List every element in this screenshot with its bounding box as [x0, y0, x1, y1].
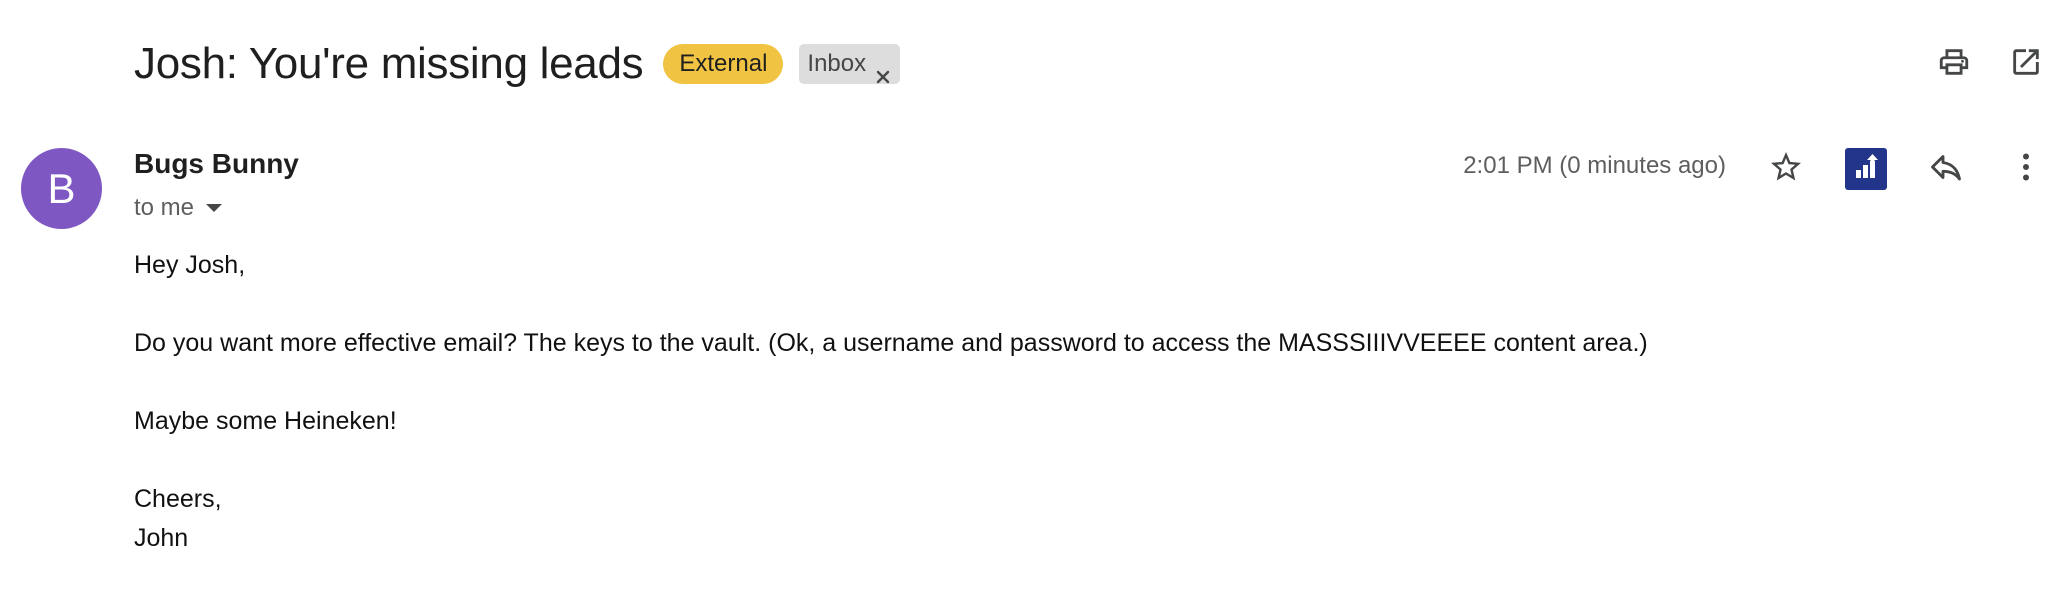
body-paragraph: Maybe some Heineken! [134, 407, 397, 435]
star-icon [1768, 149, 1804, 190]
body-paragraph: Do you want more effective email? The ke… [134, 329, 1648, 357]
inbox-label-text: Inbox [807, 50, 867, 77]
body-signature: John [134, 524, 189, 552]
chevron-down-icon [206, 204, 223, 212]
external-label-chip: External [663, 44, 784, 84]
chart-addon-icon [1851, 152, 1881, 187]
email-body: Hey Josh, Do you want more effective ema… [134, 246, 1648, 558]
recipient-details-toggle[interactable]: to me [134, 193, 223, 223]
inbox-label-chip[interactable]: Inbox [799, 44, 901, 84]
close-icon[interactable] [876, 57, 890, 84]
avatar-initial: B [47, 164, 76, 212]
print-icon [1937, 45, 1971, 84]
avatar[interactable]: B [21, 148, 102, 229]
body-closing: Cheers, [134, 485, 222, 513]
email-subject: Josh: You're missing leads [134, 39, 644, 88]
star-button[interactable] [1765, 148, 1807, 190]
more-options-button[interactable] [2005, 148, 2047, 190]
reply-icon [1928, 149, 1964, 190]
email-timestamp: 2:01 PM (0 minutes ago) [1463, 152, 1726, 179]
reply-button[interactable] [1925, 148, 1967, 190]
sender-name[interactable]: Bugs Bunny [134, 148, 299, 180]
recipient-text: to me [134, 194, 195, 221]
body-greeting: Hey Josh, [134, 251, 246, 279]
subject-row: Josh: You're missing leads External Inbo… [134, 36, 901, 92]
more-vert-icon [2008, 149, 2044, 190]
open-in-new-icon [2009, 45, 2043, 84]
print-button[interactable] [1934, 44, 1974, 84]
chart-addon-button[interactable] [1845, 148, 1887, 190]
open-in-new-window-button[interactable] [2006, 44, 2046, 84]
